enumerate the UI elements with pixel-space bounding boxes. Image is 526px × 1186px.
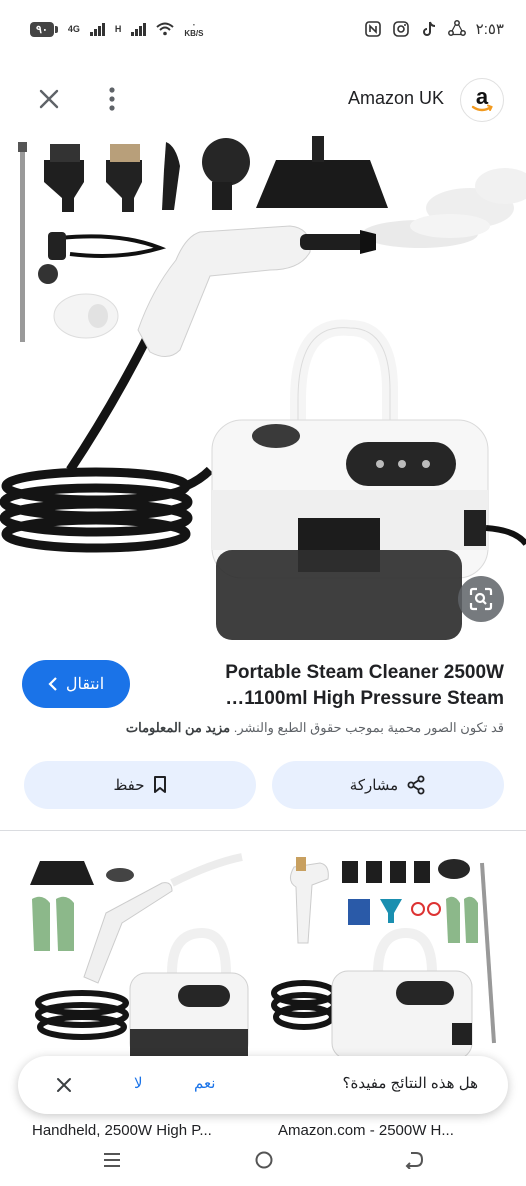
battery-level: ٩٠ [30, 21, 54, 37]
steam-gun [137, 225, 376, 357]
status-left-group: ٩٠ 4G H ٠ KB/S [30, 20, 203, 38]
status-bar: ٩٠ 4G H ٠ KB/S ٢:٥٣ [0, 0, 526, 58]
tiktok-icon [420, 20, 438, 38]
close-icon [57, 1078, 71, 1092]
home-button[interactable] [252, 1148, 276, 1172]
site-name[interactable]: Amazon UK [348, 88, 444, 109]
status-time: ٢:٥٣ [475, 21, 504, 38]
feedback-card: لا نعم هل هذه النتائج مفيدة؟ [18, 1056, 508, 1114]
save-button[interactable]: حفظ [24, 761, 256, 809]
visit-label: انتقال [65, 676, 105, 693]
feedback-yes-button[interactable]: نعم [194, 1074, 215, 1092]
share-icon [407, 775, 425, 795]
section-divider [0, 830, 526, 831]
feedback-no-button[interactable]: لا [134, 1074, 143, 1092]
lens-icon [469, 587, 493, 611]
feedback-close-button[interactable] [52, 1073, 76, 1097]
copyright-notice: قد تكون الصور محمية بموجب حقوق الطبع وال… [22, 720, 504, 736]
svg-text:a: a [476, 85, 489, 109]
back-icon [405, 1152, 424, 1169]
share-button[interactable]: مشاركة [272, 761, 504, 809]
more-vert-icon [109, 87, 115, 111]
more-info-link[interactable]: مزيد من المعلومات [126, 720, 230, 735]
home-circle-icon [255, 1151, 273, 1169]
signal-icon [131, 22, 147, 36]
related-caption-1[interactable]: Handheld, 2500W High P... [32, 1122, 268, 1139]
signal-icon [89, 22, 105, 36]
related-image-2[interactable] [268, 853, 504, 1063]
menu-icon [104, 1153, 120, 1167]
steam-cleaner-illustration [0, 136, 526, 640]
network-speed: ٠ KB/S [184, 20, 204, 38]
hose [0, 337, 214, 553]
system-nav-bar [0, 1140, 526, 1186]
amazon-logo[interactable]: a [460, 78, 504, 122]
network-type-4g: 4G [67, 23, 80, 34]
network-type-h: H [114, 23, 122, 34]
wifi-icon [156, 20, 175, 38]
recent-apps-button[interactable] [100, 1148, 124, 1172]
visit-button[interactable]: انتقال [22, 660, 130, 708]
lens-search-button[interactable] [458, 576, 504, 622]
product-image[interactable] [0, 130, 526, 642]
battery-icon: ٩٠ [30, 21, 58, 37]
result-title-line-2: …1100ml High Pressure Steam [225, 688, 504, 709]
brush-attachments [44, 138, 250, 212]
instagram-icon [392, 20, 410, 38]
close-button[interactable] [36, 86, 62, 112]
share-label: مشاركة [349, 777, 399, 794]
result-title[interactable]: Portable Steam Cleaner 2500W …1100ml Hig… [174, 660, 504, 712]
feedback-question: هل هذه النتائج مفيدة؟ [342, 1075, 478, 1092]
related-caption-2[interactable]: Amazon.com - 2500W H... [278, 1122, 514, 1139]
back-button[interactable] [402, 1148, 426, 1172]
save-label: حفظ [113, 777, 145, 794]
sync-icon [447, 20, 466, 38]
status-right-group: ٢:٥٣ [364, 20, 504, 38]
chevron-left-icon [48, 677, 57, 691]
more-options-button[interactable] [100, 84, 124, 114]
copyright-text: قد تكون الصور محمية بموجب حقوق الطبع وال… [233, 720, 504, 735]
related-image-1[interactable] [22, 853, 258, 1063]
bookmark-icon [153, 776, 166, 793]
nfc-icon [364, 20, 382, 38]
result-header: Amazon UK a [0, 76, 526, 124]
close-icon [39, 89, 59, 109]
result-title-line-1: Portable Steam Cleaner 2500W [225, 662, 504, 683]
